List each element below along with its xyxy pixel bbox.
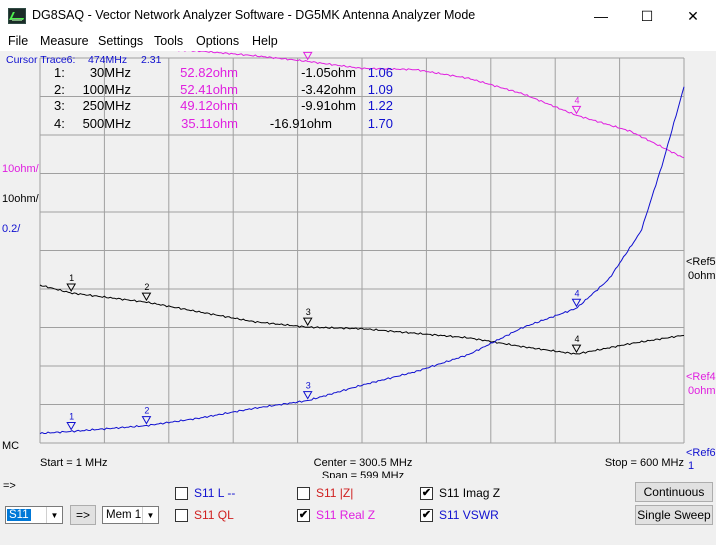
marker-imag: -16.91ohm [270,116,332,131]
start-freq: Start = 1 MHz [40,457,108,469]
marker-number: 4 [574,334,579,344]
menu-help[interactable]: Help [252,34,278,48]
marker-real: 52.41ohm [180,82,238,97]
checkbox-box [297,486,310,500]
marker-triangle [66,421,77,431]
marker-vswr: 1.09 [368,82,393,97]
span-freq: Span = 599 MHz [322,470,404,478]
single-sweep-button[interactable]: Single Sweep [635,505,713,525]
continuous-button[interactable]: Continuous [635,482,713,502]
title-bar: DG8SAQ - Vector Network Analyzer Softwar… [0,0,716,32]
checkbox-label: S11 |Z| [316,486,354,500]
memory-select-value: Mem 1 [106,509,142,521]
checkbox-s11-imagz[interactable]: ✔ S11 Imag Z [420,486,500,500]
menu-file[interactable]: File [8,34,28,48]
ref5-value: 0ohm [688,270,716,282]
checkbox-box [175,486,188,500]
parameter-select[interactable]: S11 ▼ [5,506,63,524]
marker-index: 3: [54,98,65,113]
marker-triangle [141,292,152,302]
marker-triangle [302,391,313,400]
marker-triangle [571,105,582,115]
control-panel: => S11 ▼ => Mem 1 ▼ S11 L -- S11 QL S11 … [0,478,716,545]
marker-imag: -9.91ohm [301,98,356,113]
ref5-label: <Ref5 [686,256,716,268]
marker-vswr: 1.06 [368,65,393,80]
center-freq: Center = 300.5 MHz [314,457,413,469]
checkbox-s11-l[interactable]: S11 L -- [175,486,235,500]
menu-settings[interactable]: Settings [98,34,143,48]
marker-triangle [571,344,582,354]
transfer-button[interactable]: => [70,505,96,525]
marker-index: 2: [54,82,65,97]
cursor-trace-label: Cursor Trace6: [6,54,75,66]
menu-options[interactable]: Options [196,34,239,48]
close-button[interactable]: ✕ [670,0,716,32]
marker-real: 52.82ohm [180,65,238,80]
maximize-button[interactable]: ☐ [624,0,670,32]
marker-number: 2 [144,282,149,292]
marker-vswr: 1.22 [368,98,393,113]
checkbox-box: ✔ [297,508,310,522]
imag-scale-label: 10ohm/ [2,193,40,205]
marker-triangle [302,317,313,327]
marker-triangle [141,416,152,425]
checkbox-label: S11 Real Z [316,508,376,522]
marker-number: 3 [306,307,311,317]
menu-measure[interactable]: Measure [40,34,89,48]
vswr-scale-label: 0.2/ [2,223,21,235]
checkbox-box [175,508,188,522]
mc-label: MC [2,440,19,452]
marker-number: 3 [306,381,311,391]
real-scale-label: 10ohm/ [2,163,40,175]
marker-freq: 250MHz [83,98,131,113]
ref4-label: <Ref4 [686,371,716,383]
marker-number: 4 [574,95,579,105]
checkbox-label: S11 L -- [194,486,236,500]
arrow-indicator: => [3,480,16,492]
marker-triangle [66,283,77,293]
checkbox-s11-realz[interactable]: ✔ S11 Real Z [297,508,375,522]
marker-freq: 30MHz [90,65,131,80]
marker-number: 1 [69,273,74,283]
marker-number: 2 [144,406,149,416]
trace-plot[interactable]: 123412341234 Cursor Trace6: 474MHz 2.31 … [0,51,716,478]
chevron-down-icon: ▼ [142,507,158,523]
checkbox-box: ✔ [420,486,433,500]
marker-index: 1: [54,65,65,80]
marker-number: 4 [574,288,579,298]
plot-area: 123412341234 Cursor Trace6: 474MHz 2.31 … [0,51,716,478]
cursor-value: 2.31 [141,54,162,66]
checkbox-box: ✔ [420,508,433,522]
menu-tools[interactable]: Tools [154,34,183,48]
marker-imag: -1.05ohm [301,65,356,80]
ref4-value: 0ohm [688,385,716,397]
parameter-select-value: S11 [7,509,31,521]
marker-index: 4: [54,116,65,131]
app-icon [8,8,26,24]
checkbox-label: S11 QL [194,508,234,522]
checkbox-label: S11 Imag Z [439,486,501,500]
memory-select[interactable]: Mem 1 ▼ [102,506,159,524]
checkbox-s11-vswr[interactable]: ✔ S11 VSWR [420,508,499,522]
window-title: DG8SAQ - Vector Network Analyzer Softwar… [32,8,476,22]
checkbox-label: S11 VSWR [439,508,499,522]
minimize-button[interactable]: — [578,0,624,32]
checkbox-s11-absz[interactable]: S11 |Z| [297,486,353,500]
checkbox-s11-ql[interactable]: S11 QL [175,508,234,522]
marker-real: 35.11ohm [181,116,238,131]
chevron-down-icon: ▼ [46,507,62,523]
marker-imag: -3.42ohm [301,82,356,97]
ref6-label: <Ref6 [686,447,716,459]
marker-freq: 100MHz [83,82,131,97]
ref6-value: 1 [688,460,694,472]
marker-real: 49.12ohm [180,98,238,113]
stop-freq: Stop = 600 MHz [605,457,684,469]
marker-number: 1 [69,411,74,421]
marker-vswr: 1.70 [368,116,393,131]
marker-freq: 500MHz [83,116,131,131]
menu-bar: File Measure Settings Tools Options Help [0,32,716,51]
